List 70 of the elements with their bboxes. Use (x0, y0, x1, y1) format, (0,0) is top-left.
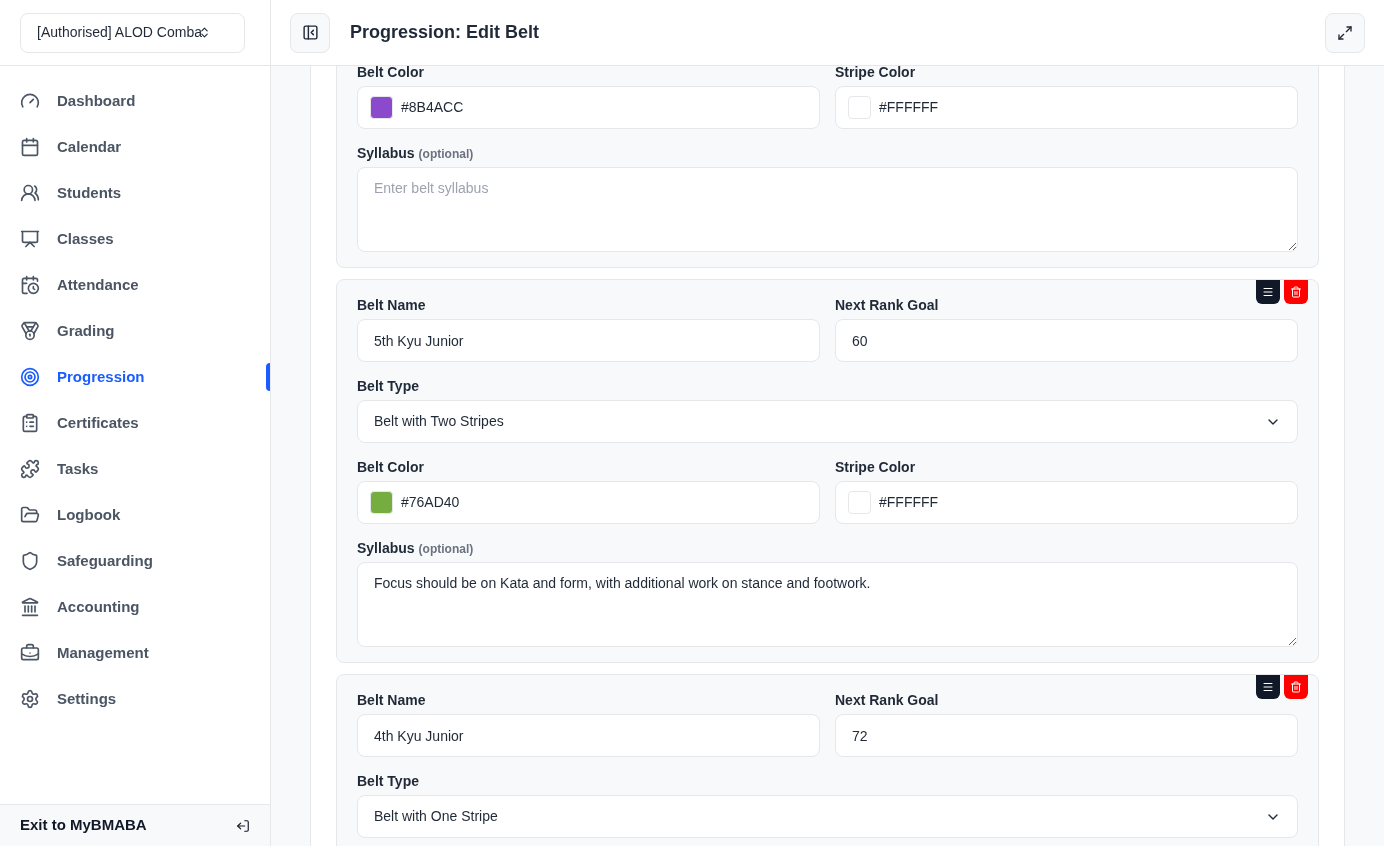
field-label: Next Rank Goal (835, 691, 939, 710)
nav-item[interactable]: Certificates (0, 411, 139, 435)
easel-icon (20, 229, 40, 249)
nav-item[interactable]: Logbook (0, 503, 121, 527)
nav-item[interactable]: Students (0, 181, 122, 205)
panel-icon (301, 24, 319, 41)
target-icon (20, 367, 40, 387)
optional-hint: (optional) (418, 541, 474, 558)
menu-icon (1262, 286, 1274, 298)
field-label: Belt Name (357, 691, 426, 710)
field-label: Belt Type (357, 772, 419, 791)
field-label: Next Rank Goal (835, 296, 939, 315)
delete-button[interactable] (1284, 675, 1308, 699)
reorder-button[interactable] (1256, 280, 1280, 304)
active-indicator (266, 363, 270, 391)
belt-type-select[interactable]: Belt with One Stripe (357, 795, 1298, 838)
nav-item[interactable]: Grading (0, 319, 115, 343)
field-label: Stripe Color (835, 458, 916, 477)
nav-item[interactable]: Progression (0, 365, 145, 389)
sidebar-toggle-button[interactable] (290, 12, 330, 53)
belt-type-select[interactable]: Belt with Two Stripes (357, 400, 1298, 443)
trash-icon (1290, 286, 1302, 298)
nav-item[interactable]: Safeguarding (0, 549, 153, 573)
shield-icon (20, 551, 40, 571)
clipboard-icon (20, 413, 40, 433)
bank-icon (20, 597, 40, 617)
puzzle-icon (20, 459, 40, 479)
nav-item[interactable]: Tasks (0, 457, 99, 481)
expand-button[interactable] (1325, 12, 1365, 53)
folder-icon (20, 505, 40, 525)
calendar-clock-icon (20, 275, 40, 295)
text-field[interactable]: 72 (835, 714, 1298, 757)
expand-icon (1337, 24, 1353, 41)
trash-icon (1290, 681, 1302, 693)
reorder-button[interactable] (1256, 675, 1280, 699)
field-label: Belt Color (357, 458, 424, 477)
field-label: Belt Color (357, 66, 424, 82)
color-field[interactable]: #8B4ACC (357, 86, 820, 129)
text-field[interactable]: 5th Kyu Junior (357, 319, 820, 362)
text-field[interactable]: 60 (835, 319, 1298, 362)
settings-icon (20, 689, 40, 709)
exit-icon[interactable] (236, 818, 250, 833)
nav-item[interactable]: Calendar (0, 135, 122, 159)
color-field[interactable]: #FFFFFF (835, 86, 1298, 129)
nav-item[interactable]: Accounting (0, 595, 140, 619)
field-label: Belt Type (357, 377, 419, 396)
medal-icon (20, 321, 40, 341)
nav-item[interactable]: Settings (0, 687, 117, 711)
nav-item[interactable]: Classes (0, 227, 114, 251)
calendar-icon (20, 137, 40, 157)
optional-hint: (optional) (418, 146, 474, 163)
users-icon (20, 183, 40, 203)
gauge-icon (20, 91, 40, 111)
syllabus-field[interactable]: Enter belt syllabus (357, 167, 1298, 252)
text-field[interactable]: 4th Kyu Junior (357, 714, 820, 757)
syllabus-field[interactable]: Focus should be on Kata and form, with additional work on stance and footwork. (357, 562, 1298, 647)
organisation-selector[interactable]: [Authorised] ALOD Comba (20, 12, 245, 53)
field-label: Syllabus (357, 144, 415, 163)
field-label: Syllabus (357, 539, 415, 558)
briefcase-icon (20, 643, 40, 663)
page-title: Progression: Edit Belt (350, 21, 540, 44)
nav-item[interactable]: Attendance (0, 273, 139, 297)
menu-icon (1262, 681, 1274, 693)
color-field[interactable]: #76AD40 (357, 481, 820, 524)
nav-item[interactable]: Dashboard (0, 89, 136, 113)
field-label: Belt Name (357, 296, 426, 315)
delete-button[interactable] (1284, 280, 1308, 304)
field-label: Stripe Color (835, 66, 916, 82)
color-field[interactable]: #FFFFFF (835, 481, 1298, 524)
nav-item[interactable]: Management (0, 641, 149, 665)
